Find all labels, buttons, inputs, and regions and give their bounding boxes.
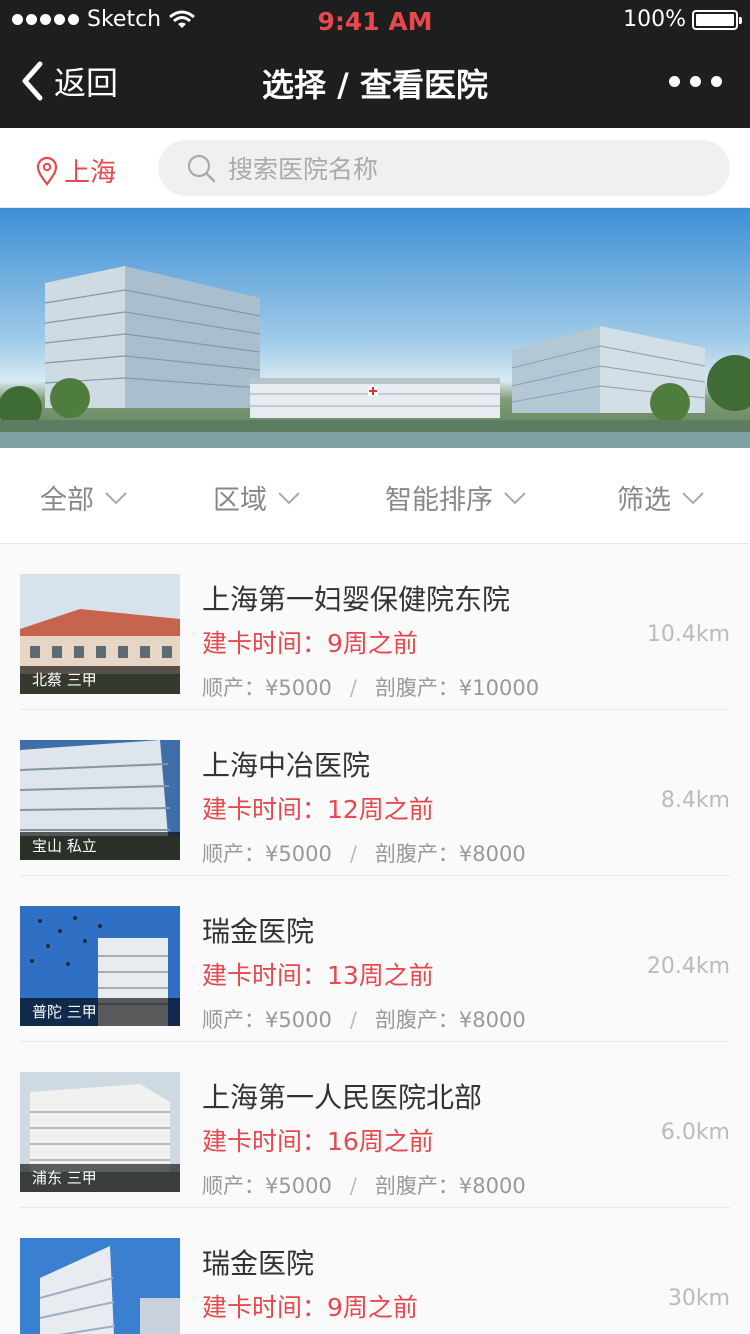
distance: 6.0km [660, 1120, 730, 1145]
filter-sort-label: 智能排序 [385, 485, 493, 516]
top-bar: Sketch 9:41 AM 100% 返回 选择 / 查看医院 [0, 0, 750, 128]
hospital-thumbnail: 浦东 三甲 [20, 1072, 180, 1192]
hospital-list: 北蔡 三甲 上海第一妇婴保健院东院 建卡时间：9周之前 顺产：¥5000 / 剖腹产… [0, 544, 750, 1334]
card-time: 建卡时间：9周之前 [202, 629, 418, 658]
more-button[interactable] [669, 76, 722, 87]
hospital-name: 瑞金医院 [202, 1247, 315, 1280]
hospital-buildings-illustration [0, 266, 750, 448]
chevron-down-icon [278, 491, 300, 504]
distance: 30km [667, 1286, 730, 1311]
hospital-name: 上海第一人民医院北部 [202, 1081, 483, 1114]
search-placeholder: 搜索医院名称 [228, 155, 379, 184]
list-item[interactable]: 普陀 三甲 瑞金医院 建卡时间：13周之前 顺产：¥5000 / 剖腹产：¥8000… [20, 876, 730, 1042]
location-pin-icon [36, 156, 58, 186]
natural-birth-price: 顺产：¥5000 [202, 1008, 332, 1032]
csection-price: 剖腹产：¥8000 [374, 1008, 526, 1032]
price-separator: / [349, 842, 357, 866]
hospital-thumbnail: 北蔡 三甲 [20, 574, 180, 694]
more-dot-icon [669, 76, 680, 87]
hospital-name: 上海第一妇婴保健院东院 [202, 583, 511, 616]
filter-all[interactable]: 全部 [40, 478, 128, 517]
city-label: 上海 [64, 158, 117, 188]
filter-bar: 全部 区域 智能排序 筛选 [0, 448, 750, 544]
filter-screen-label: 筛选 [617, 485, 671, 516]
price-separator: / [349, 1174, 357, 1198]
list-item[interactable]: 浦东 三甲 上海第一人民医院北部 建卡时间：16周之前 顺产：¥5000 / 剖腹产… [20, 1042, 730, 1208]
price-info: 顺产：¥5000 / 剖腹产：¥8000 [202, 1170, 526, 1200]
card-time: 建卡时间：16周之前 [202, 1127, 434, 1156]
chevron-down-icon [105, 491, 127, 504]
more-dot-icon [690, 76, 701, 87]
natural-birth-price: 顺产：¥5000 [202, 1174, 332, 1198]
hospital-photo-icon [20, 1238, 180, 1334]
csection-price: 剖腹产：¥8000 [374, 842, 526, 866]
hospital-thumbnail: 宝山 私立 [20, 740, 180, 860]
filter-screen[interactable]: 筛选 [617, 478, 705, 517]
distance: 20.4km [646, 954, 730, 979]
csection-price: 剖腹产：¥10000 [374, 676, 540, 700]
city-selector[interactable]: 上海 [36, 152, 116, 189]
hospital-name: 上海中冶医院 [202, 749, 371, 782]
nav-bar: 返回 选择 / 查看医院 [0, 40, 750, 128]
hospital-banner-image[interactable] [0, 208, 750, 448]
card-time: 建卡时间：12周之前 [202, 795, 434, 824]
filter-all-label: 全部 [40, 485, 94, 516]
hospital-tag: 浦东 三甲 [20, 1164, 180, 1192]
filter-smart-sort[interactable]: 智能排序 [385, 478, 527, 517]
price-info: 顺产：¥5000 / 剖腹产：¥8000 [202, 1004, 526, 1034]
list-item[interactable]: 宝山 私立 上海中冶医院 建卡时间：12周之前 顺产：¥5000 / 剖腹产：¥80… [20, 710, 730, 876]
price-separator: / [349, 676, 357, 700]
filter-region[interactable]: 区域 [213, 478, 301, 517]
hospital-thumbnail [20, 1238, 180, 1334]
distance: 8.4km [660, 788, 730, 813]
battery-icon [692, 9, 742, 30]
csection-price: 剖腹产：¥8000 [374, 1174, 526, 1198]
price-info: 顺产：¥5000 / 剖腹产：¥10000 [202, 672, 539, 702]
natural-birth-price: 顺产：¥5000 [202, 676, 332, 700]
battery-percent: 100% [623, 7, 686, 32]
chevron-down-icon [682, 491, 704, 504]
hospital-tag: 宝山 私立 [20, 832, 180, 860]
search-icon [187, 154, 216, 183]
page-title: 选择 / 查看医院 [262, 66, 488, 104]
natural-birth-price: 顺产：¥5000 [202, 842, 332, 866]
hospital-tag: 普陀 三甲 [20, 998, 180, 1026]
search-input[interactable]: 搜索医院名称 [158, 140, 730, 196]
hospital-name: 瑞金医院 [202, 915, 315, 948]
list-item[interactable]: 北蔡 三甲 上海第一妇婴保健院东院 建卡时间：9周之前 顺产：¥5000 / 剖腹产… [20, 544, 730, 710]
filter-region-label: 区域 [213, 485, 267, 516]
distance: 10.4km [646, 622, 730, 647]
more-dot-icon [711, 76, 722, 87]
location-search-bar: 上海 搜索医院名称 [0, 128, 750, 208]
battery-status: 100% [623, 7, 742, 32]
hospital-tag: 北蔡 三甲 [20, 666, 180, 694]
price-separator: / [349, 1008, 357, 1032]
list-item[interactable]: 瑞金医院 建卡时间：9周之前 30km [20, 1208, 730, 1334]
hospital-thumbnail: 普陀 三甲 [20, 906, 180, 1026]
card-time: 建卡时间：9周之前 [202, 1293, 418, 1322]
chevron-down-icon [504, 491, 526, 504]
price-info: 顺产：¥5000 / 剖腹产：¥8000 [202, 838, 526, 868]
status-bar: Sketch 9:41 AM 100% [0, 0, 750, 40]
card-time: 建卡时间：13周之前 [202, 961, 434, 990]
